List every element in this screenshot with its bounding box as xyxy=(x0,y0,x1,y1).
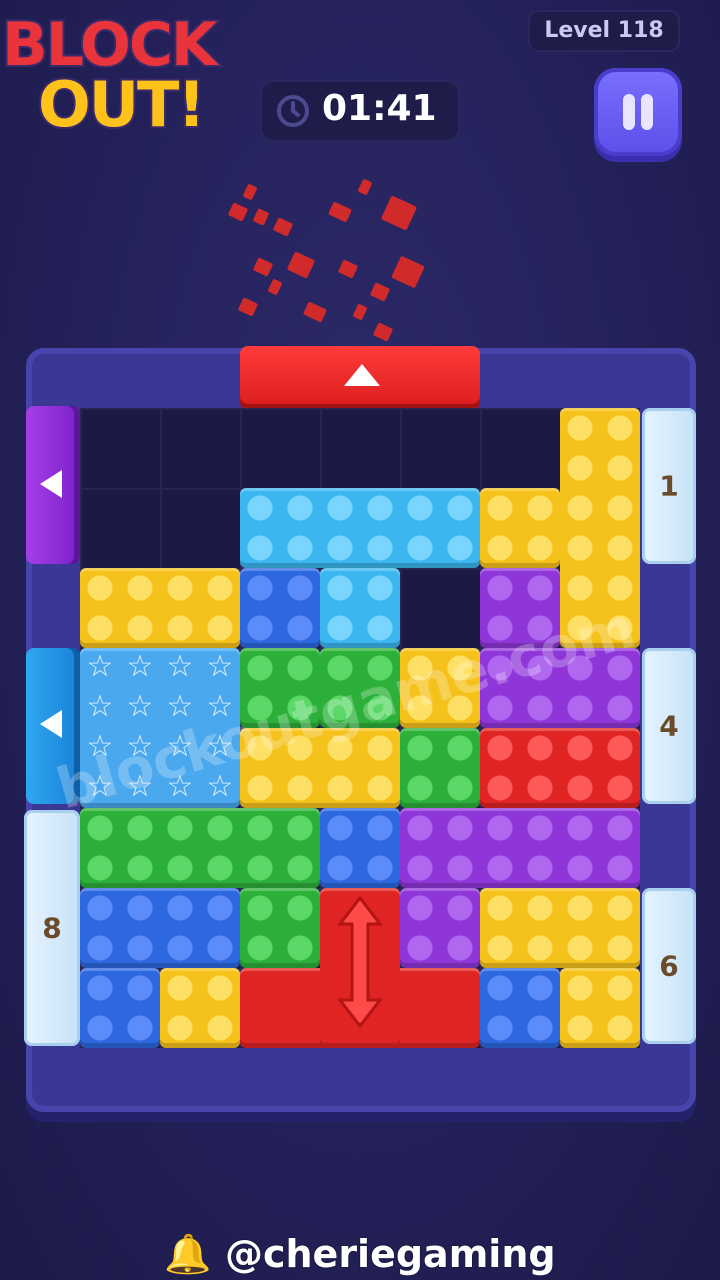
level-indicator: Level 118 xyxy=(528,10,680,52)
logo-title-bottom: OUT! xyxy=(36,66,208,143)
pause-icon xyxy=(623,94,635,130)
arrow-left-icon xyxy=(40,470,62,498)
block-red[interactable] xyxy=(480,728,640,808)
exit-gate-right-locked-top: 1 xyxy=(642,408,696,564)
clock-icon xyxy=(277,95,309,127)
block-purple[interactable] xyxy=(400,888,480,968)
block-green[interactable] xyxy=(400,728,480,808)
arrow-up-icon xyxy=(344,364,380,386)
exit-gate-left-purple xyxy=(26,406,80,564)
exit-gate-right-locked-middle: 4 xyxy=(642,648,696,804)
timer: 01:41 xyxy=(260,80,460,142)
block-yellow[interactable] xyxy=(480,488,560,568)
block-blue[interactable] xyxy=(80,888,240,968)
exit-gate-right-locked-bottom: 6 xyxy=(642,888,696,1044)
gate-counter: 8 xyxy=(42,911,62,945)
block-yellow[interactable] xyxy=(80,568,240,648)
exit-gate-left-locked: 8 xyxy=(24,810,80,1046)
block-green[interactable] xyxy=(80,808,320,888)
block-purple[interactable] xyxy=(400,808,640,888)
gate-counter: 4 xyxy=(659,709,679,743)
timer-value: 01:41 xyxy=(322,88,437,129)
exit-gate-top-red xyxy=(240,346,480,410)
block-light-blue[interactable] xyxy=(320,568,400,648)
block-blue[interactable] xyxy=(320,808,400,888)
block-yellow[interactable] xyxy=(480,888,640,968)
block-yellow[interactable] xyxy=(160,968,240,1048)
block-blue[interactable] xyxy=(480,968,560,1048)
block-blue[interactable] xyxy=(240,568,320,648)
vertical-arrows-icon xyxy=(336,895,384,1029)
block-yellow[interactable] xyxy=(560,968,640,1048)
pause-icon xyxy=(641,94,653,130)
gate-counter: 6 xyxy=(659,949,679,983)
bell-icon: 🔔 xyxy=(163,1231,212,1277)
gate-counter: 1 xyxy=(659,469,679,503)
creator-handle: 🔔 @cheriegaming xyxy=(0,1231,720,1277)
block-red-movable[interactable] xyxy=(320,888,400,1048)
game-logo: BLOCK OUT! xyxy=(0,0,270,150)
block-blue[interactable] xyxy=(80,968,160,1048)
block-green[interactable] xyxy=(240,888,320,968)
pause-button[interactable] xyxy=(594,68,682,156)
arrow-left-icon xyxy=(40,710,62,738)
handle-text: @cheriegaming xyxy=(224,1231,557,1277)
block-light-blue[interactable] xyxy=(240,488,480,568)
